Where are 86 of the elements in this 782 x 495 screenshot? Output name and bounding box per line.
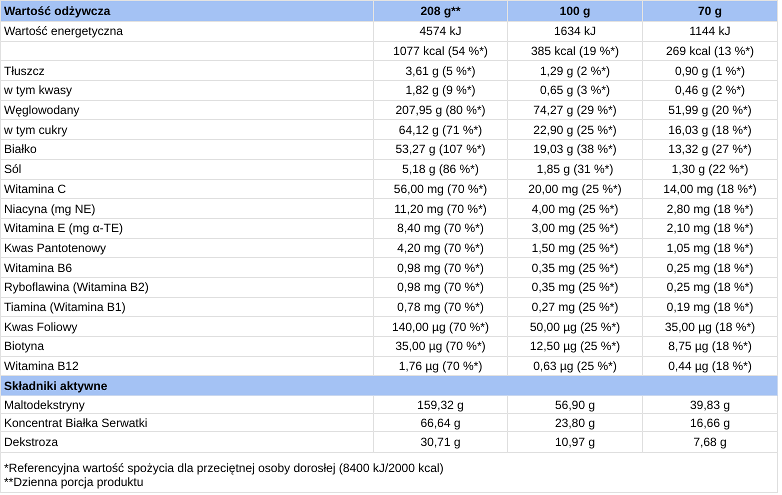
table-cell: 4,00 mg (25 %*) <box>508 199 643 219</box>
table-cell: 14,00 mg (18 %*) <box>643 180 778 200</box>
table-cell: 4574 kJ <box>374 22 508 42</box>
table-cell: 207,95 g (80 %*) <box>374 100 508 120</box>
table-cell: 2,80 mg (18 %*) <box>643 199 778 219</box>
table-cell: 1,50 mg (25 %*) <box>508 238 643 258</box>
table-cell: 7,68 g <box>643 432 778 454</box>
table-cell: 0,25 mg (18 %*) <box>643 258 778 278</box>
table-cell: 19,03 g (38 %*) <box>508 140 643 160</box>
footnote: **Dzienna porcja produktu <box>4 475 144 490</box>
section-header: Składniki aktywne <box>4 378 108 395</box>
table-cell: 10,97 g <box>508 432 643 454</box>
table-cell: 1,82 g (9 %*) <box>374 81 508 101</box>
table-cell: 56,00 mg (70 %*) <box>374 180 508 200</box>
table-cell: 5,18 g (86 %*) <box>374 160 508 180</box>
table-cell: 1,30 g (22 %*) <box>643 160 778 180</box>
table-cell: 35,00 µg (70 %*) <box>374 337 508 357</box>
row-label: Ryboflawina (Witamina B2) <box>1 278 374 298</box>
table-cell: 22,90 g (25 %*) <box>508 120 643 140</box>
table-cell: 35,00 µg (18 %*) <box>643 317 778 337</box>
table-cell: 56,90 g <box>508 396 643 414</box>
table-cell: 1077 kcal (54 %*) <box>374 42 508 62</box>
table-cell: 16,66 g <box>643 414 778 432</box>
row-label: Sól <box>1 160 374 180</box>
table-cell: 39,83 g <box>643 396 778 414</box>
row-label: Wartość energetyczna <box>1 22 374 42</box>
row-label: Białko <box>1 140 374 160</box>
row-label: Koncentrat Białka Serwatki <box>1 414 374 432</box>
table-cell: 1144 kJ <box>643 22 778 42</box>
table-cell: 1634 kJ <box>508 22 643 42</box>
row-label: Kwas Pantotenowy <box>1 238 374 258</box>
table-cell: 0,27 mg (25 %*) <box>508 298 643 318</box>
table-cell: 66,64 g <box>374 414 508 432</box>
table-cell: 50,00 µg (25 %*) <box>508 317 643 337</box>
table-cell: 140,00 µg (70 %*) <box>374 317 508 337</box>
table-cell: 3,61 g (5 %*) <box>374 61 508 82</box>
row-label: Witamina E (mg α-TE) <box>1 218 374 239</box>
table-cell: 1,29 g (2 %*) <box>508 61 643 82</box>
table-cell: 385 kcal (19 %*) <box>508 42 643 62</box>
table-cell: 0,46 g (2 %*) <box>643 81 778 101</box>
row-label: Niacyna (mg NE) <box>1 199 374 219</box>
table-cell: 0,98 mg (70 %*) <box>374 278 508 298</box>
table-cell: 269 kcal (13 %*) <box>643 42 778 62</box>
table-cell: 0,35 mg (25 %*) <box>508 278 643 298</box>
row-label: Węglowodany <box>1 100 374 120</box>
table-cell: 23,80 g <box>508 414 643 432</box>
table-cell: 12,50 µg (25 %*) <box>508 337 643 357</box>
table-cell: 159,32 g <box>374 396 508 414</box>
row-label: Tiamina (Witamina B1) <box>1 298 374 318</box>
table-cell: 8,40 mg (70 %*) <box>374 218 508 239</box>
table-cell: 1,85 g (31 %*) <box>508 160 643 180</box>
table-cell: 2,10 mg (18 %*) <box>643 218 778 239</box>
table-cell: 30,71 g <box>374 432 508 454</box>
row-label: Maltodekstryny <box>1 396 374 414</box>
column-header: 100 g <box>560 3 590 20</box>
row-label: Kwas Foliowy <box>1 317 374 337</box>
row-label: w tym kwasy <box>1 81 374 101</box>
table-cell: 0,78 mg (70 %*) <box>374 298 508 318</box>
table-cell: 11,20 mg (70 %*) <box>374 199 508 219</box>
table-cell: 3,00 mg (25 %*) <box>508 218 643 239</box>
table-cell: 0,98 mg (70 %*) <box>374 258 508 278</box>
table-cell: 13,32 g (27 %*) <box>643 140 778 160</box>
table-cell: 64,12 g (71 %*) <box>374 120 508 140</box>
column-header: Wartość odżywcza <box>4 3 110 20</box>
column-header: 208 g** <box>420 3 461 20</box>
table-cell: 74,27 g (29 %*) <box>508 100 643 120</box>
table-cell: 16,03 g (18 %*) <box>643 120 778 140</box>
table-cell: 0,90 g (1 %*) <box>643 61 778 82</box>
table-cell: 0,19 mg (18 %*) <box>643 298 778 318</box>
table-cell: 1,05 mg (18 %*) <box>643 238 778 258</box>
row-label: Witamina C <box>1 180 374 200</box>
table-cell: 51,99 g (20 %*) <box>643 100 778 120</box>
table-cell: 20,00 mg (25 %*) <box>508 180 643 200</box>
row-label: Tłuszcz <box>1 61 374 82</box>
table-cell: 0,35 mg (25 %*) <box>508 258 643 278</box>
row-label: Dekstroza <box>1 432 374 454</box>
table-cell: 53,27 g (107 %*) <box>374 140 508 160</box>
table-cell: 0,25 mg (18 %*) <box>643 278 778 298</box>
table-cell: 4,20 mg (70 %*) <box>374 238 508 258</box>
table-cell: 0,65 g (3 %*) <box>508 81 643 101</box>
footnote: *Referencyjna wartość spożycia dla przeciętnej osoby dorosłej (8400 kJ/2000 kcal) <box>4 461 445 476</box>
row-label: w tym cukry <box>1 120 374 140</box>
table-cell: 8,75 µg (18 %*) <box>643 337 778 357</box>
row-label: Witamina B6 <box>1 258 374 278</box>
column-header: 70 g <box>698 3 722 20</box>
row-label: Biotyna <box>1 337 374 357</box>
